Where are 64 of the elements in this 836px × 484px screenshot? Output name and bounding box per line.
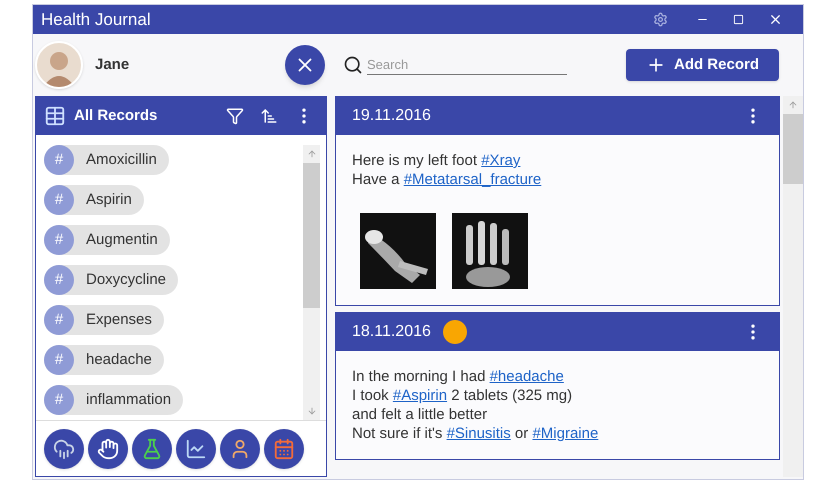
record-text: I took #Aspirin 2 tablets (325 mg) [352, 386, 574, 405]
scrollbar[interactable] [783, 96, 803, 477]
close-button[interactable] [285, 45, 325, 85]
close-icon[interactable] [768, 12, 783, 27]
record-date: 18.11.2016 [352, 322, 431, 342]
add-record-button[interactable]: Add Record [626, 49, 779, 81]
tag-chip[interactable]: # headache [44, 345, 164, 375]
flask-icon [141, 438, 163, 460]
hash-icon: # [44, 145, 74, 175]
sort-icon[interactable] [260, 107, 278, 125]
hash-icon: # [44, 345, 74, 375]
tag-label: inflammation [86, 390, 172, 410]
tag-label: Amoxicillin [86, 150, 157, 170]
hash-icon: # [44, 265, 74, 295]
category-button[interactable] [88, 428, 128, 468]
category-button[interactable] [132, 428, 172, 468]
search-field[interactable]: Search [367, 54, 567, 76]
record-text: In the morning I had #headache [352, 367, 565, 386]
table-icon [44, 105, 66, 127]
hashtag-link[interactable]: #headache [490, 368, 564, 385]
settings-icon[interactable] [653, 12, 668, 27]
hand-icon [97, 438, 119, 460]
hashtag-link[interactable]: #Metatarsal_fracture [404, 171, 542, 188]
calendar-icon [273, 438, 295, 460]
tag-label: Aspirin [86, 190, 132, 210]
tag-label: Expenses [86, 310, 152, 330]
hashtag-link[interactable]: #Aspirin [392, 387, 448, 404]
category-button[interactable] [220, 428, 260, 468]
hash-icon: # [44, 385, 74, 415]
record-text: Here is my left foot #Xray [352, 151, 522, 170]
scrollbar[interactable] [303, 145, 320, 420]
tag-chip[interactable]: # Amoxicillin [44, 145, 169, 175]
category-button[interactable] [264, 428, 304, 468]
tag-label: Augmentin [86, 230, 158, 250]
category-button[interactable] [176, 428, 216, 468]
hash-icon: # [44, 305, 74, 335]
cloud-rain-icon [53, 438, 75, 460]
user-name: Jane [95, 54, 130, 75]
search-icon [343, 55, 363, 75]
window-title: Health Journal [41, 8, 151, 31]
hash-icon: # [44, 185, 74, 215]
scroll-thumb[interactable] [783, 114, 803, 184]
tag-chip[interactable]: # Expenses [44, 305, 164, 335]
record-text: and felt a little better [352, 405, 488, 424]
chart-icon [185, 438, 207, 460]
avatar[interactable] [35, 41, 83, 89]
tag-label: Doxycycline [86, 270, 166, 290]
scroll-thumb[interactable] [303, 163, 320, 308]
filter-icon[interactable] [226, 107, 244, 125]
tag-chip[interactable]: # Aspirin [44, 185, 144, 215]
hash-icon: # [44, 225, 74, 255]
category-button[interactable] [44, 428, 84, 468]
record-date: 19.11.2016 [352, 106, 431, 126]
hashtag-link[interactable]: #Migraine [532, 425, 598, 442]
panel-title: All Records [74, 106, 158, 126]
record-text: Not sure if it's #Sinusitis or #Migraine [352, 424, 600, 443]
hashtag-link[interactable]: #Xray [481, 152, 520, 169]
hashtag-link[interactable]: #Sinusitis [446, 425, 511, 442]
tag-chip[interactable]: # Augmentin [44, 225, 170, 255]
record-text: Have a #Metatarsal_fracture [352, 170, 542, 189]
maximize-icon[interactable] [733, 14, 744, 25]
tag-chip[interactable]: # Doxycycline [44, 265, 178, 295]
tag-chip[interactable]: # inflammation [44, 385, 184, 415]
tag-label: headache [86, 350, 152, 370]
